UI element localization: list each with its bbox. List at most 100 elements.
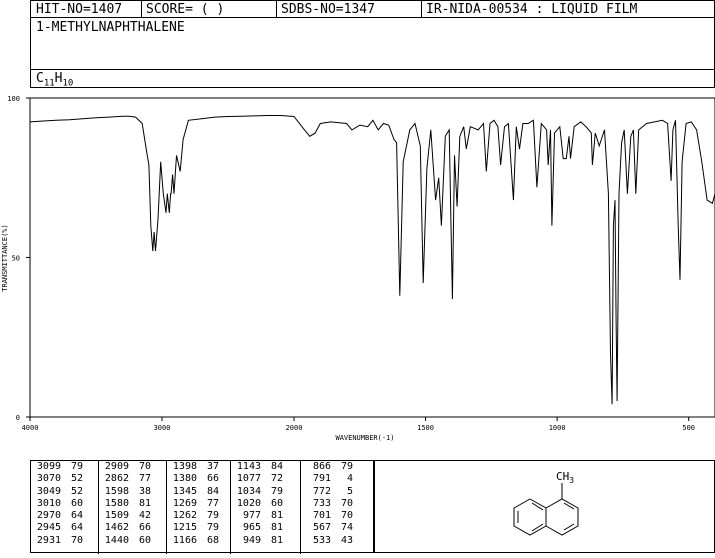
peak-row: 1345 84 <box>167 486 230 498</box>
peak-transmittance: 60 <box>70 497 83 509</box>
peak-transmittance: 43 <box>340 534 353 546</box>
peak-transmittance: 5 <box>346 485 353 497</box>
peak-row: 701 70 <box>301 510 375 522</box>
header-bar: HIT-NO=1407 SCORE= ( ) SDBS-NO=1347 IR-N… <box>30 0 715 18</box>
peak-transmittance: 37 <box>206 461 219 472</box>
peak-transmittance: 60 <box>138 534 151 546</box>
peak-wavenumber: 2945 <box>36 522 61 534</box>
structure-box: CH3 <box>374 460 715 553</box>
peak-row: 1398 37 <box>167 461 230 473</box>
ir-spectrum-chart: 0 50 100 4000 3000 2000 1500 1000 500 WAVENUMBE… <box>1 95 715 442</box>
peak-row: 2945 64 <box>31 522 98 534</box>
peak-wavenumber: 567 <box>312 522 331 534</box>
peak-wavenumber: 866 <box>312 461 331 472</box>
x-tick-label: 1000 <box>549 424 566 432</box>
peak-wavenumber: 1262 <box>172 510 197 522</box>
peak-row: 1598 38 <box>99 486 166 498</box>
peak-transmittance: 84 <box>270 461 283 472</box>
x-tick-label: 3000 <box>154 424 171 432</box>
peak-transmittance: 79 <box>206 522 219 534</box>
peak-transmittance: 72 <box>270 473 283 485</box>
peak-wavenumber: 791 <box>312 473 331 485</box>
peak-row: 567 74 <box>301 522 375 534</box>
peak-row: 1462 66 <box>99 522 166 534</box>
peak-wavenumber: 701 <box>312 510 331 522</box>
peak-transmittance: 52 <box>70 485 83 497</box>
x-tick-label: 4000 <box>22 424 39 432</box>
peak-row: 3049 52 <box>31 486 98 498</box>
molecule-structure: CH3 <box>513 470 579 536</box>
peak-wavenumber: 1345 <box>172 485 197 497</box>
peak-wavenumber: 965 <box>242 522 261 534</box>
molecular-formula: C11H10 <box>36 71 74 89</box>
peak-row: 1580 81 <box>99 498 166 510</box>
hit-number: HIT-NO=1407 <box>36 2 123 17</box>
peak-wavenumber: 1398 <box>172 461 197 472</box>
peak-transmittance: 64 <box>70 510 83 522</box>
y-tick-label: 100 <box>7 95 20 103</box>
y-tick-label: 50 <box>12 255 20 263</box>
right-ring <box>545 498 579 536</box>
peak-transmittance: 70 <box>340 497 353 509</box>
peak-row: 772 5 <box>301 486 375 498</box>
peak-wavenumber: 1269 <box>172 497 197 509</box>
peak-row: 733 70 <box>301 498 375 510</box>
peak-row: 1509 42 <box>99 510 166 522</box>
peak-transmittance: 64 <box>70 522 83 534</box>
peak-wavenumber: 772 <box>312 485 331 497</box>
peak-row: 1380 66 <box>167 473 230 485</box>
x-tick-label: 1500 <box>417 424 434 432</box>
peak-transmittance: 79 <box>206 510 219 522</box>
peak-transmittance: 77 <box>206 497 219 509</box>
peak-wavenumber: 1440 <box>104 534 129 546</box>
peak-transmittance: 79 <box>270 485 283 497</box>
peak-row: 3070 52 <box>31 473 98 485</box>
peak-transmittance: 66 <box>138 522 151 534</box>
peak-transmittance: 81 <box>270 510 283 522</box>
peak-wavenumber: 1077 <box>236 473 261 485</box>
formula-box: C11H10 <box>30 69 715 89</box>
peak-transmittance: 84 <box>206 485 219 497</box>
peak-row: 1166 68 <box>167 535 230 547</box>
peak-row: 949 81 <box>231 535 300 547</box>
peak-wavenumber: 733 <box>312 497 331 509</box>
compound-name: 1-METHYLNAPHTHALENE <box>36 20 185 35</box>
peak-wavenumber: 1034 <box>236 485 261 497</box>
peak-table: 3099 79 3070 52 3049 52 3010 60 2970 64 2945 64 2931… <box>30 460 375 554</box>
peak-wavenumber: 3010 <box>36 497 61 509</box>
peak-transmittance: 38 <box>138 485 151 497</box>
peak-row: 3010 60 <box>31 498 98 510</box>
peak-row: 1215 79 <box>167 522 230 534</box>
x-tick-label: 500 <box>682 424 695 432</box>
peak-wavenumber: 533 <box>312 534 331 546</box>
peak-row: 1269 77 <box>167 498 230 510</box>
peak-transmittance: 70 <box>70 534 83 546</box>
peak-row: 2862 77 <box>99 473 166 485</box>
peak-wavenumber: 3070 <box>36 473 61 485</box>
peak-wavenumber: 1598 <box>104 485 129 497</box>
spectrum-line <box>29 115 715 405</box>
peak-transmittance: 60 <box>270 497 283 509</box>
sdbs-number: SDBS-NO=1347 <box>281 2 375 17</box>
peak-wavenumber: 1380 <box>172 473 197 485</box>
peak-wavenumber: 1166 <box>172 534 197 546</box>
peak-row: 1440 60 <box>99 535 166 547</box>
peak-wavenumber: 1580 <box>104 497 129 509</box>
peak-wavenumber: 2862 <box>104 473 129 485</box>
peak-transmittance: 42 <box>138 510 151 522</box>
score: SCORE= ( ) <box>146 2 225 17</box>
peak-transmittance: 79 <box>340 461 353 472</box>
peak-row: 977 81 <box>231 510 300 522</box>
peak-row: 1143 84 <box>231 461 300 473</box>
peak-row: 866 79 <box>301 461 375 473</box>
peak-transmittance: 77 <box>138 473 151 485</box>
methyl-label: CH3 <box>556 470 574 485</box>
peak-transmittance: 70 <box>138 461 151 472</box>
peak-transmittance: 68 <box>206 534 219 546</box>
peak-transmittance: 81 <box>138 497 151 509</box>
peak-transmittance: 66 <box>206 473 219 485</box>
peak-row: 3099 79 <box>31 461 98 473</box>
left-ring <box>513 498 547 536</box>
peak-column: 866 79 791 4 772 5 733 70 701 70 567 74 533 43 <box>301 461 375 554</box>
peak-row: 1077 72 <box>231 473 300 485</box>
